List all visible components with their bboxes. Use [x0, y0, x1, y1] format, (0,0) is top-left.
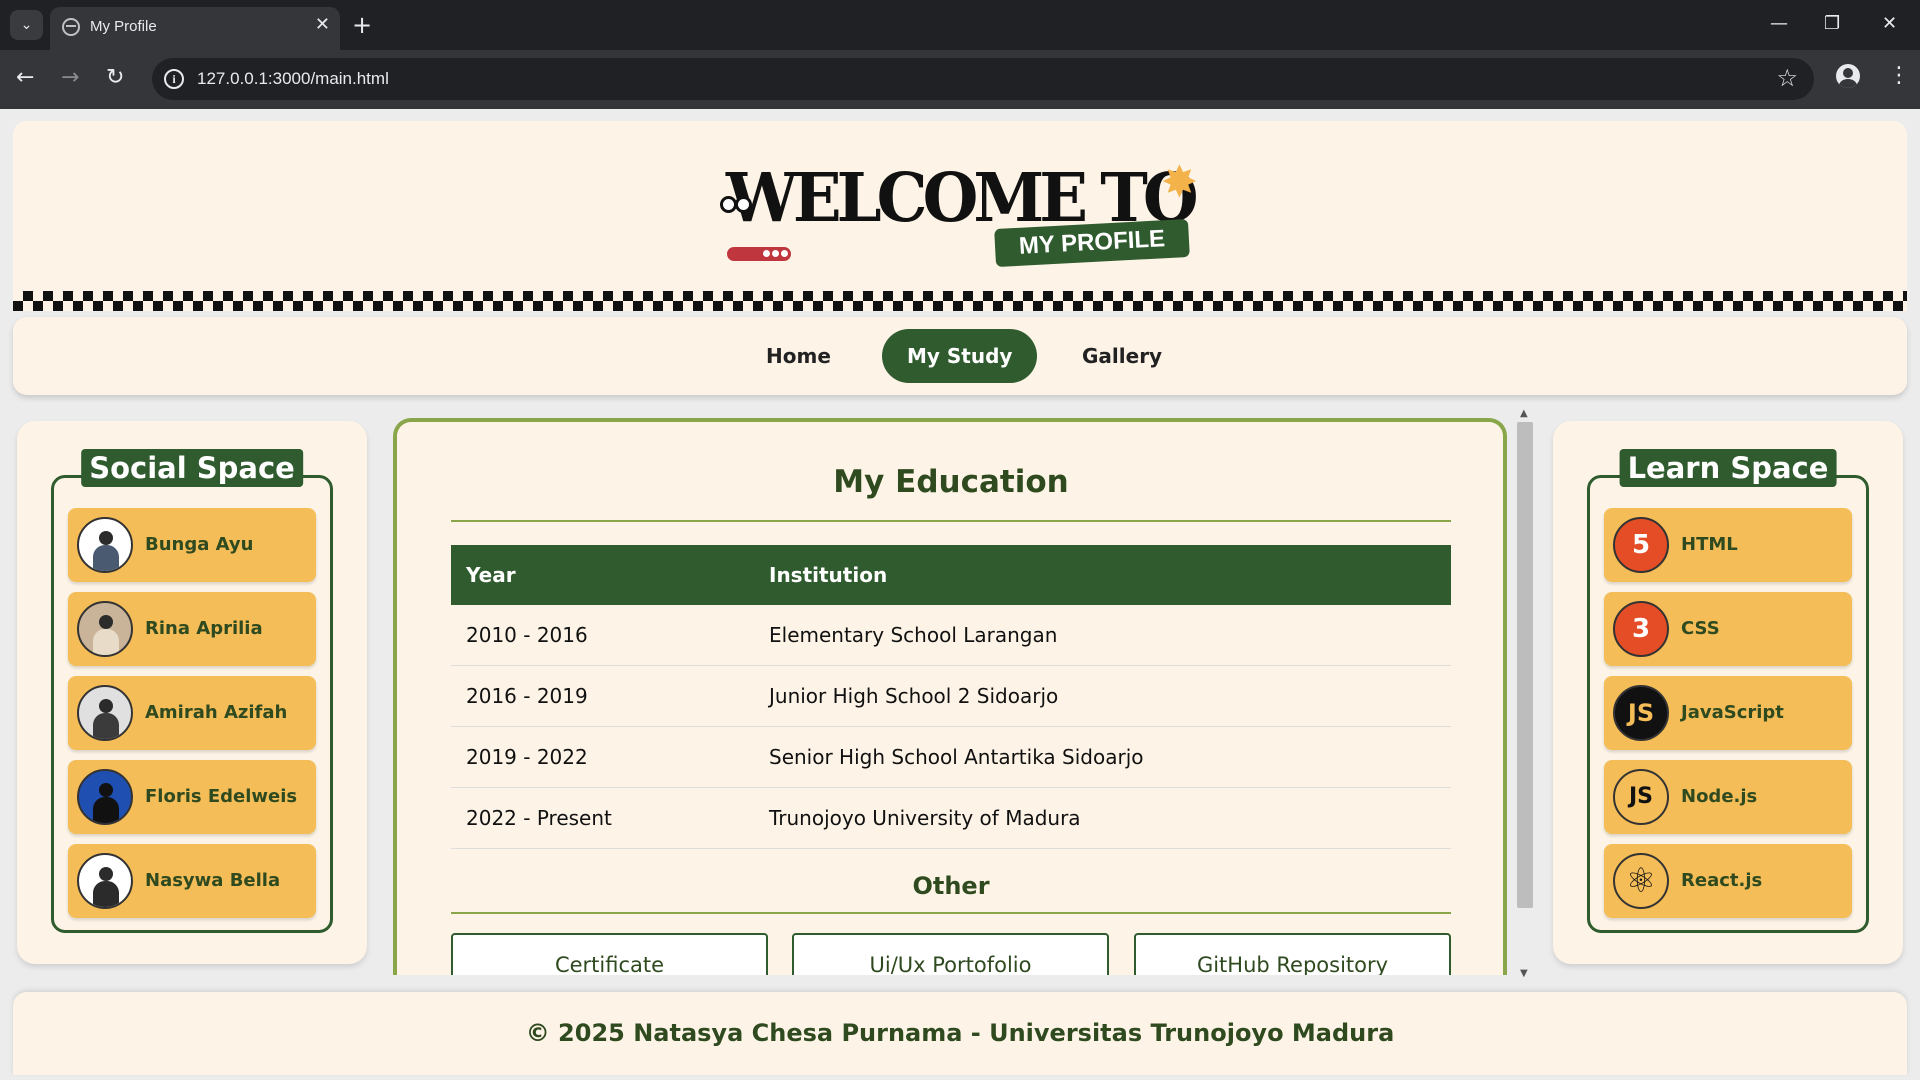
address-bar[interactable]: i 127.0.0.1:3000/main.html ☆ — [152, 58, 1814, 100]
javascript-icon: JS — [1613, 685, 1669, 741]
scroll-down-arrow[interactable]: ▼ — [1520, 969, 1528, 979]
menu-kebab-icon[interactable]: ⋮ — [1888, 62, 1910, 90]
institution-cell: Junior High School 2 Sidoarjo — [769, 684, 1059, 708]
social-item-nasywa-bella[interactable]: Nasywa Bella — [68, 844, 316, 918]
uiux-portfolio-button[interactable]: Ui/Ux Portofolio — [792, 933, 1109, 975]
learn-item-label: React.js — [1681, 870, 1763, 891]
learn-item-javascript[interactable]: JS JavaScript — [1604, 676, 1852, 750]
url-text[interactable]: 127.0.0.1:3000/main.html — [197, 69, 389, 89]
learn-item-nodejs[interactable]: JS Node.js — [1604, 760, 1852, 834]
other-title: Other — [912, 872, 990, 900]
table-row: 2019 - 2022 Senior High School Antartika… — [451, 727, 1451, 788]
social-space-box: Bunga Ayu Rina Aprilia Amirah Azifah Flo… — [51, 475, 333, 933]
minimize-button[interactable]: — — [1770, 10, 1788, 38]
learn-space-box: 5 HTML 3 CSS JS JavaScript JS Node.js ⚛ … — [1587, 475, 1869, 933]
learn-item-reactjs[interactable]: ⚛ React.js — [1604, 844, 1852, 918]
learn-space-panel: 5 HTML 3 CSS JS JavaScript JS Node.js ⚛ … — [1553, 421, 1903, 964]
bookmark-star-icon[interactable]: ☆ — [1776, 64, 1798, 92]
learn-item-html[interactable]: 5 HTML — [1604, 508, 1852, 582]
dots-pill-icon — [727, 247, 791, 261]
close-tab-icon[interactable]: ✕ — [315, 15, 330, 35]
year-cell: 2016 - 2019 — [466, 684, 588, 708]
github-repository-button[interactable]: GitHub Repository — [1134, 933, 1451, 975]
site-info-icon[interactable]: i — [164, 69, 184, 89]
year-cell: 2010 - 2016 — [466, 623, 588, 647]
main-nav: Home My Study Gallery — [13, 317, 1907, 395]
certificate-button[interactable]: Certificate — [451, 933, 768, 975]
html5-icon: 5 — [1613, 517, 1669, 573]
learn-item-label: HTML — [1681, 534, 1738, 555]
restore-button[interactable]: ❐ — [1824, 10, 1840, 38]
close-window-button[interactable]: ✕ — [1882, 10, 1897, 38]
social-item-amirah-azifah[interactable]: Amirah Azifah — [68, 676, 316, 750]
browser-tabbar: ⌄ My Profile ✕ + — ❐ ✕ — [0, 0, 1920, 50]
scroll-up-arrow[interactable]: ▲ — [1520, 409, 1528, 419]
forward-button[interactable]: → — [61, 64, 79, 92]
content-scrollbar[interactable]: ▲ ▼ — [1516, 409, 1534, 981]
learn-item-label: CSS — [1681, 618, 1720, 639]
reload-button[interactable]: ↻ — [106, 64, 124, 92]
starburst-icon: ✸ — [1161, 157, 1198, 208]
social-space-panel: Bunga Ayu Rina Aprilia Amirah Azifah Flo… — [17, 421, 367, 964]
avatar — [77, 853, 133, 909]
institution-cell: Senior High School Antartika Sidoarjo — [769, 745, 1144, 769]
table-row: 2016 - 2019 Junior High School 2 Sidoarj… — [451, 666, 1451, 727]
education-table-header: Year Institution — [451, 545, 1451, 605]
divider — [451, 912, 1451, 914]
learn-space-title: Learn Space — [1619, 449, 1837, 487]
divider — [451, 520, 1451, 522]
learn-item-label: JavaScript — [1681, 702, 1784, 723]
header-institution: Institution — [769, 563, 888, 587]
avatar — [77, 769, 133, 825]
checker-border — [13, 291, 1907, 311]
institution-cell: Elementary School Larangan — [769, 623, 1058, 647]
social-item-label: Amirah Azifah — [145, 702, 288, 723]
eyes-icon — [720, 196, 756, 218]
nav-my-study[interactable]: My Study — [882, 329, 1038, 383]
table-row: 2022 - Present Trunojoyo University of M… — [451, 788, 1451, 849]
social-item-rina-aprilia[interactable]: Rina Aprilia — [68, 592, 316, 666]
profile-icon[interactable] — [1836, 64, 1860, 88]
nodejs-icon: JS — [1613, 769, 1669, 825]
nav-home[interactable]: Home — [741, 329, 856, 383]
avatar — [77, 517, 133, 573]
social-item-label: Floris Edelweis — [145, 786, 298, 807]
new-tab-button[interactable]: + — [352, 10, 372, 40]
avatar — [77, 685, 133, 741]
welcome-banner: WELCOME TO ✸ MY PROFILE — [13, 121, 1907, 311]
table-row: 2010 - 2016 Elementary School Larangan — [451, 605, 1451, 666]
globe-icon — [62, 18, 80, 36]
css3-icon: 3 — [1613, 601, 1669, 657]
institution-cell: Trunojoyo University of Madura — [769, 806, 1081, 830]
browser-toolbar: ← → ↻ i 127.0.0.1:3000/main.html ☆ ⋮ — [0, 50, 1920, 109]
social-item-label: Rina Aprilia — [145, 618, 263, 639]
browser-tab[interactable]: My Profile ✕ — [50, 7, 340, 50]
page-viewport: WELCOME TO ✸ MY PROFILE Home My Study Ga… — [0, 109, 1920, 1080]
year-cell: 2019 - 2022 — [466, 745, 588, 769]
year-cell: 2022 - Present — [466, 806, 612, 830]
page-footer: © 2025 Natasya Chesa Purnama - Universit… — [13, 992, 1907, 1075]
nav-gallery[interactable]: Gallery — [1057, 329, 1187, 383]
avatar — [77, 601, 133, 657]
social-item-label: Nasywa Bella — [145, 870, 281, 891]
header-year: Year — [466, 563, 516, 587]
tab-title: My Profile — [90, 18, 157, 35]
social-item-bunga-ayu[interactable]: Bunga Ayu — [68, 508, 316, 582]
social-item-label: Bunga Ayu — [145, 534, 254, 555]
scroll-thumb[interactable] — [1517, 422, 1533, 908]
tab-search-button[interactable]: ⌄ — [10, 10, 43, 40]
react-icon: ⚛ — [1613, 853, 1669, 909]
social-item-floris-edelweis[interactable]: Floris Edelweis — [68, 760, 316, 834]
social-space-title: Social Space — [81, 449, 303, 487]
education-panel: My Education Year Institution 2010 - 201… — [393, 418, 1507, 975]
back-button[interactable]: ← — [16, 64, 34, 92]
education-title: My Education — [833, 464, 1069, 500]
learn-item-label: Node.js — [1681, 786, 1758, 807]
learn-item-css[interactable]: 3 CSS — [1604, 592, 1852, 666]
